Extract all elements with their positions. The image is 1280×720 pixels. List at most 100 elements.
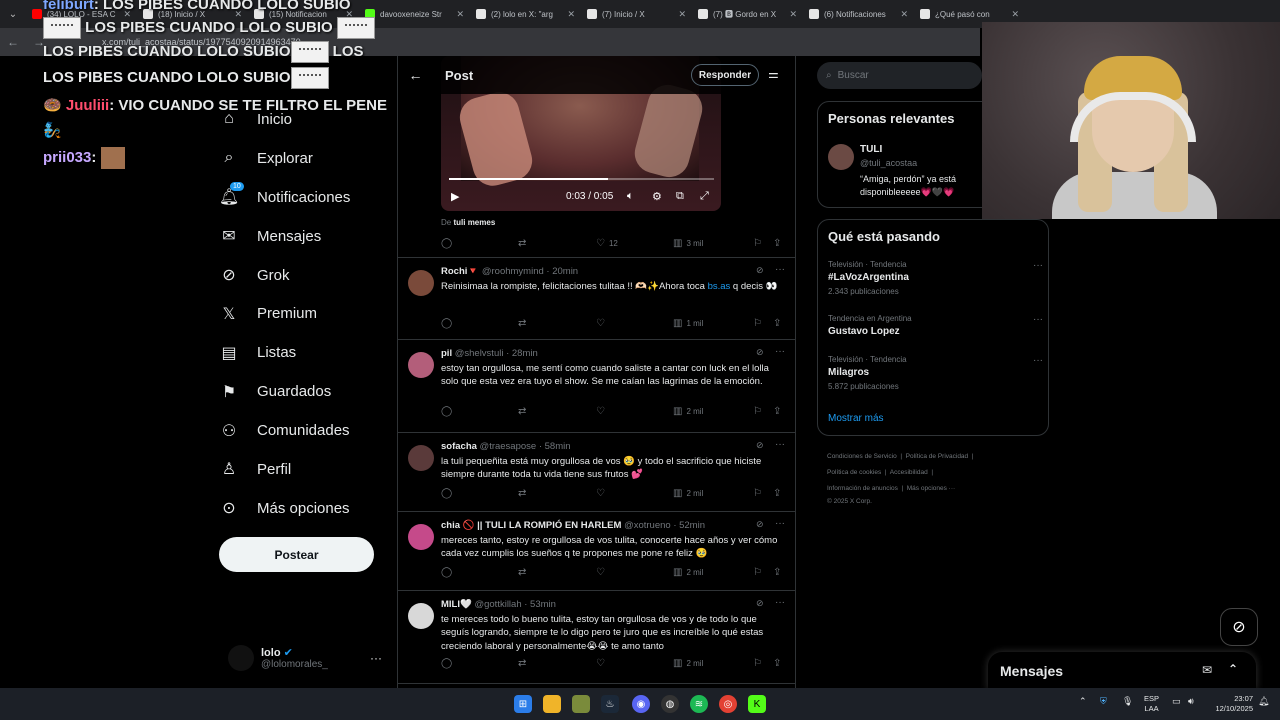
avatar[interactable] [408, 270, 434, 296]
volume-icon[interactable]: 🔈︎ [627, 190, 634, 203]
reply-author[interactable]: chia 🚫 || TULI LA ROMPIÓ EN HARLEM [441, 520, 621, 531]
footer-link[interactable]: Información de anuncios [827, 485, 898, 492]
settings-gear-icon[interactable]: ⚙ [652, 190, 662, 203]
close-icon[interactable]: ✕ [900, 9, 908, 20]
grok-icon[interactable]: ⊘ [756, 440, 764, 451]
repost-action[interactable]: ⇄ [518, 318, 526, 329]
browser-tab[interactable]: (6) Notificaciones ✕ [803, 0, 914, 28]
like-action[interactable]: ♡ [596, 318, 605, 329]
grok-icon[interactable]: ⊘ [756, 519, 764, 530]
search-input[interactable]: ⌕ Buscar [817, 62, 982, 89]
sliders-icon[interactable]: ⚌ [768, 67, 779, 81]
bookmark-action[interactable]: ⚐ [753, 238, 762, 249]
footer-link[interactable]: Más opciones ··· [907, 485, 955, 492]
reply-action[interactable]: ◯ [441, 318, 452, 329]
more-dots-icon[interactable]: ··· [775, 518, 785, 529]
sidebar-item-perfil[interactable]: ♙ Perfil [220, 450, 390, 489]
footer-link[interactable]: Política de cookies [827, 469, 881, 476]
reply-post[interactable]: chia 🚫 || TULI LA ROMPIÓ EN HARLEM @xotr… [398, 512, 795, 591]
sidebar-item-notificaciones[interactable]: 🔔︎ 10 Notificaciones [219, 178, 390, 217]
share-action[interactable]: ⇪ [773, 318, 781, 329]
volume-icon[interactable]: 🔊︎ [1188, 696, 1194, 707]
sidebar-item-guardados[interactable]: ⚑ Guardados [220, 372, 390, 411]
reply-author[interactable]: Rochi🔻 [441, 266, 479, 277]
reply-post[interactable]: MILI🤍 @gottkillah · 53min ⊘ ··· te merec… [398, 591, 795, 684]
grok-icon[interactable]: ⊘ [756, 598, 764, 609]
share-action[interactable]: ⇪ [773, 567, 781, 578]
reply-action[interactable]: ◯ [441, 238, 452, 249]
chrome-icon[interactable]: ◎ [719, 695, 737, 713]
spotify-icon[interactable]: ≋ [690, 695, 708, 713]
microphone-icon[interactable]: 🎙︎ [1122, 696, 1133, 707]
reply-button[interactable]: Responder [691, 64, 759, 86]
footer-link[interactable]: Política de Privacidad [906, 453, 969, 460]
share-action[interactable]: ⇪ [773, 238, 781, 249]
reply-post[interactable]: pil @shelvstuli · 28min ⊘ ··· estoy tan … [398, 340, 795, 433]
more-dots-icon[interactable]: ··· [1033, 355, 1043, 366]
language-indicator[interactable]: ESP LAA [1144, 694, 1159, 714]
avatar[interactable] [408, 603, 434, 629]
views-action[interactable]: ▥ 2 mil [673, 406, 703, 417]
notification-bell-icon[interactable]: 🔔︎ [1258, 696, 1269, 707]
more-dots-icon[interactable]: ··· [1033, 260, 1043, 271]
grok-icon[interactable]: ⊘ [756, 265, 764, 276]
reply-post[interactable]: sofacha @traesapose · 58min ⊘ ··· la tul… [398, 433, 795, 512]
browser-tab[interactable]: (2) lolo en X: "arg ✕ [470, 0, 581, 28]
file-explorer-icon[interactable] [543, 695, 561, 713]
sidebar-item-más-opciones[interactable]: ⊙ Más opciones [220, 489, 390, 528]
shield-icon[interactable]: ⛨ [1100, 696, 1107, 707]
more-dots-icon[interactable]: ··· [370, 651, 382, 665]
avatar[interactable] [408, 445, 434, 471]
footer-link[interactable]: Accesibilidad [890, 469, 928, 476]
sidebar-item-grok[interactable]: ⊘ Grok [220, 256, 390, 295]
reply-post[interactable]: Rochi🔻 @roohmymind · 20min ⊘ ··· Reinisi… [398, 258, 795, 340]
grok-icon[interactable]: ⊘ [756, 347, 764, 358]
like-action[interactable]: ♡ [596, 567, 605, 578]
avatar[interactable] [408, 352, 434, 378]
reply-author[interactable]: sofacha [441, 441, 477, 452]
close-icon[interactable]: ✕ [567, 9, 575, 20]
new-message-icon[interactable]: ✉ [1202, 663, 1212, 677]
browser-tab[interactable]: davooxeneize Str ✕ [359, 0, 470, 28]
play-icon[interactable]: ▶ [451, 190, 459, 203]
bookmark-action[interactable]: ⚐ [753, 488, 762, 499]
tab-search-chevron-icon[interactable]: ⌄ [0, 0, 26, 28]
repost-action[interactable]: ⇄ [518, 406, 526, 417]
trend-item[interactable]: Televisión · Tendencia #LaVozArgentina 2… [828, 260, 1043, 296]
video-progress-bar[interactable] [449, 178, 714, 180]
trend-item[interactable]: Tendencia en Argentina Gustavo Lopez ··· [828, 314, 1043, 337]
avatar[interactable] [408, 524, 434, 550]
discord-icon[interactable]: ◉ [632, 695, 650, 713]
messages-drawer[interactable]: Mensajes ✉ ⌃ [988, 652, 1256, 690]
fullscreen-icon[interactable]: ⤢ [700, 190, 709, 203]
more-dots-icon[interactable]: ··· [775, 264, 785, 275]
reply-action[interactable]: ◯ [441, 658, 452, 669]
reply-author[interactable]: pil [441, 348, 452, 359]
views-action[interactable]: ▥ 2 mil [673, 567, 703, 578]
windows-start-icon[interactable]: ⊞ [514, 695, 532, 713]
picture-in-picture-icon[interactable]: ⧉ [676, 190, 684, 203]
person-name[interactable]: TULI [860, 144, 882, 155]
close-icon[interactable]: ✕ [1011, 9, 1019, 20]
post-button[interactable]: Postear [219, 537, 374, 572]
views-action[interactable]: ▥ 2 mil [673, 488, 703, 499]
repost-action[interactable]: ⇄ [518, 488, 526, 499]
avatar[interactable] [828, 144, 854, 170]
like-action[interactable]: ♡ 12 [596, 238, 618, 249]
sidebar-item-mensajes[interactable]: ✉ Mensajes [220, 217, 390, 256]
more-dots-icon[interactable]: ··· [775, 346, 785, 357]
share-action[interactable]: ⇪ [773, 658, 781, 669]
reply-action[interactable]: ◯ [441, 488, 452, 499]
bookmark-action[interactable]: ⚐ [753, 567, 762, 578]
system-clock[interactable]: 23:07 12/10/2025 [1207, 694, 1253, 714]
back-arrow-icon[interactable]: ← [398, 67, 433, 83]
repost-action[interactable]: ⇄ [518, 658, 526, 669]
body-link[interactable]: bs.as [708, 281, 731, 292]
like-action[interactable]: ♡ [596, 406, 605, 417]
show-more-link[interactable]: Mostrar más [828, 413, 884, 424]
back-arrow-icon[interactable]: ← [0, 35, 26, 49]
more-dots-icon[interactable]: ··· [775, 439, 785, 450]
browser-tab[interactable]: (7) Inicio / X ✕ [581, 0, 692, 28]
source-link[interactable]: tuli memes [453, 218, 495, 227]
sidebar-item-listas[interactable]: ▤ Listas [220, 333, 390, 372]
